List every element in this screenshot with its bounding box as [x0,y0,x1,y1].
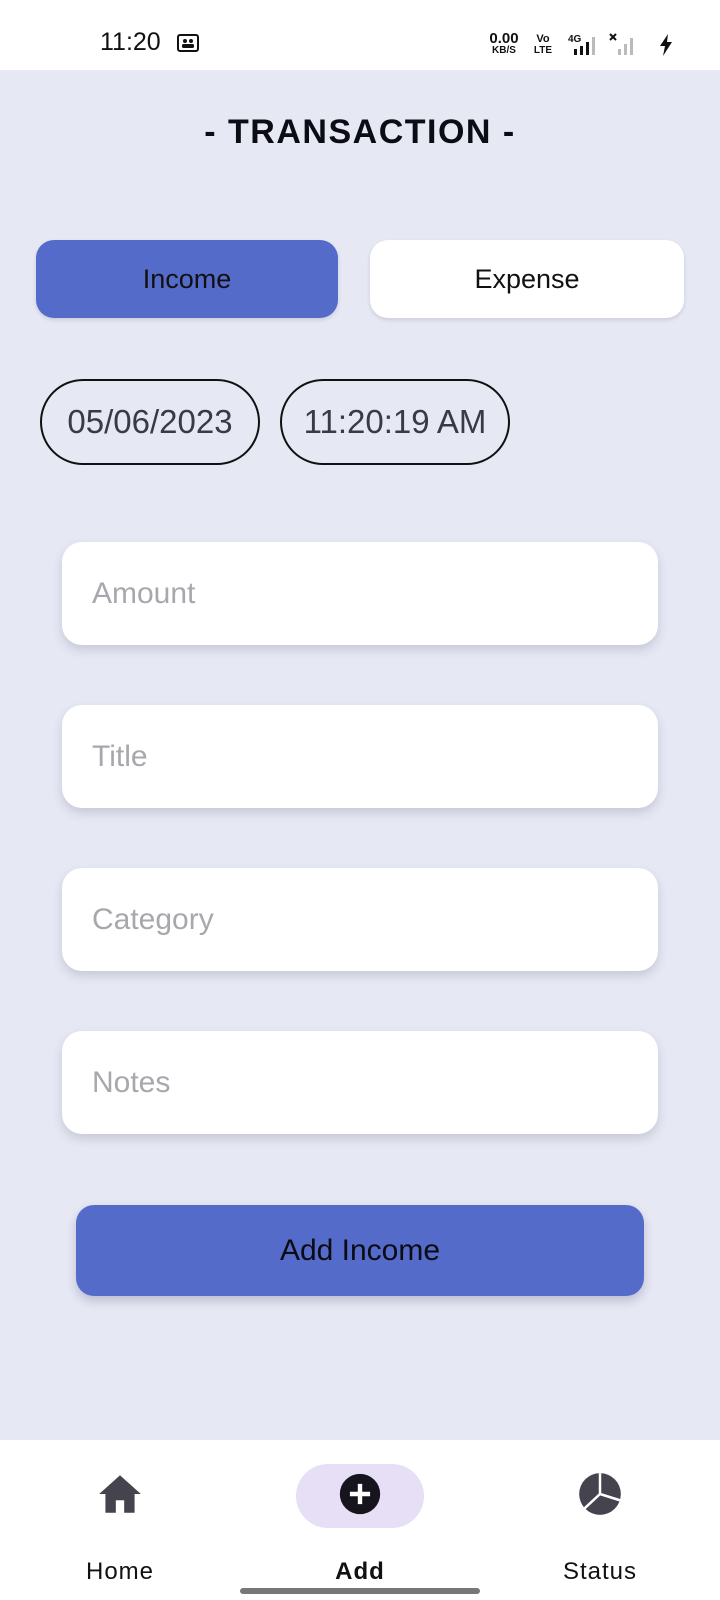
date-picker-button[interactable]: 05/06/2023 [40,379,260,465]
status-bar: 11:20 0.00 KB/S Vo LTE 4G [0,0,720,70]
signal-4g-icon: 4G [566,32,602,61]
time-picker-button[interactable]: 11:20:19 AM [280,379,510,465]
nav-label-add: Add [335,1558,385,1585]
add-income-button[interactable]: Add Income [76,1205,644,1296]
amount-input[interactable] [62,542,658,645]
gesture-home-indicator[interactable] [240,1588,480,1594]
add-circle-icon [338,1472,382,1521]
charging-icon [658,34,674,61]
nav-item-status[interactable]: Status [500,1440,700,1600]
status-time: 11:20 [100,28,161,56]
nav-item-home[interactable]: Home [20,1440,220,1600]
volte-indicator: Vo LTE [533,33,553,57]
pie-chart-icon [575,1469,625,1524]
notes-input[interactable] [62,1031,658,1134]
income-toggle-button[interactable]: Income [36,240,338,318]
expense-toggle-button[interactable]: Expense [370,240,684,318]
category-input[interactable] [62,868,658,971]
active-indicator [296,1464,424,1528]
nav-label-status: Status [562,1558,638,1585]
svg-text:4G: 4G [568,34,582,45]
page-title: - TRANSACTION - [204,113,516,151]
nav-label-home: Home [85,1558,155,1585]
signal-no-sim-icon [608,32,640,61]
nav-item-add[interactable]: Add [260,1440,460,1600]
screen-share-icon [176,31,200,60]
net-speed: 0.00 KB/S [489,30,519,56]
bottom-navigation: Home Add Status [0,1440,720,1600]
title-input[interactable] [62,705,658,808]
home-icon [95,1469,145,1524]
